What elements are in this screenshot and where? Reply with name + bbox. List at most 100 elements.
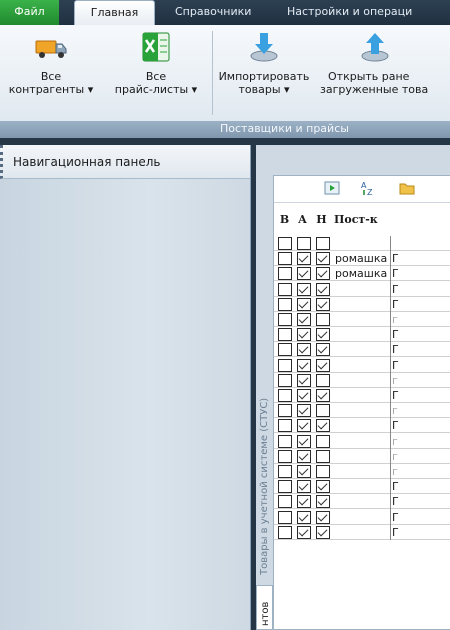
checkbox-a[interactable] — [297, 480, 311, 494]
table-row[interactable]: г — [274, 434, 450, 449]
checkbox-n[interactable] — [316, 404, 330, 418]
table-row[interactable]: г — [274, 464, 450, 479]
table-row[interactable]: Г — [274, 282, 450, 297]
column-header-supplier[interactable]: Пост-к — [334, 203, 394, 237]
checkbox-n[interactable] — [316, 495, 330, 509]
table-row[interactable]: Г — [274, 388, 450, 403]
tab-directories[interactable]: Справочники — [175, 0, 251, 25]
table-row[interactable]: Г — [274, 358, 450, 373]
checkbox-v[interactable] — [278, 282, 292, 296]
table-row[interactable]: ромашка Г — [274, 266, 450, 282]
checkbox-v[interactable] — [278, 404, 292, 418]
checkbox-n[interactable] — [316, 510, 330, 524]
table-row[interactable]: Г — [274, 479, 450, 495]
checkbox-v[interactable] — [278, 297, 292, 311]
table-row[interactable]: Г — [274, 327, 450, 343]
checkbox-n[interactable] — [316, 282, 330, 296]
checkbox-v[interactable] — [278, 465, 292, 478]
name-cell: Г — [392, 252, 399, 266]
checkbox-n[interactable] — [316, 328, 330, 342]
checkbox-a[interactable] — [297, 252, 311, 266]
checkbox-n[interactable] — [316, 252, 330, 266]
checkbox-a[interactable] — [297, 419, 311, 433]
table-row[interactable]: г — [274, 449, 450, 464]
tab-home[interactable]: Главная — [74, 0, 155, 25]
checkbox-a[interactable] — [297, 389, 311, 402]
checkbox-n[interactable] — [316, 389, 330, 402]
checkbox-a[interactable] — [297, 510, 311, 524]
checkbox-a[interactable] — [297, 313, 311, 326]
checkbox-a[interactable] — [297, 495, 311, 509]
checkbox-v[interactable] — [278, 480, 292, 494]
checkbox-n[interactable] — [316, 267, 330, 281]
column-header-v[interactable]: В — [276, 203, 293, 237]
checkbox-v[interactable] — [278, 434, 292, 448]
checkbox-n[interactable] — [316, 449, 330, 463]
table-row[interactable]: ромашка Г — [274, 251, 450, 267]
checkbox-a[interactable] — [297, 434, 311, 448]
checkbox-v[interactable] — [278, 237, 292, 250]
checkbox-n[interactable] — [316, 343, 330, 357]
name-cell: Г — [392, 297, 399, 311]
checkbox-v[interactable] — [278, 419, 292, 433]
checkbox-a[interactable] — [297, 282, 311, 296]
checkbox-a[interactable] — [297, 237, 311, 250]
table-row[interactable]: Г — [274, 494, 450, 510]
navigation-panel-title[interactable]: Навигационная панель — [0, 145, 250, 179]
checkbox-n[interactable] — [316, 297, 330, 311]
checkbox-a[interactable] — [297, 297, 311, 311]
folder-icon[interactable] — [399, 180, 415, 196]
vertical-tab-accounting-goods[interactable]: Товары в учетной системе (СТУС) — [256, 145, 273, 630]
checkbox-a[interactable] — [297, 343, 311, 357]
checkbox-a[interactable] — [297, 267, 311, 281]
all-pricelists-button[interactable]: Все прайс-листы ▾ — [102, 30, 210, 118]
checkbox-v[interactable] — [278, 313, 292, 326]
play-icon[interactable] — [324, 180, 340, 196]
checkbox-a[interactable] — [297, 404, 311, 418]
checkbox-v[interactable] — [278, 495, 292, 509]
all-counterparties-button[interactable]: Все контрагенты ▾ — [0, 30, 102, 118]
checkbox-n[interactable] — [316, 465, 330, 478]
checkbox-v[interactable] — [278, 449, 292, 463]
tab-file[interactable]: Файл — [0, 0, 59, 25]
table-row[interactable]: Г — [274, 297, 450, 312]
sort-az-icon[interactable]: A Z — [360, 180, 376, 196]
open-loaded-goods-button[interactable]: Открыть ране загруженные това — [316, 30, 450, 118]
table-row[interactable]: г — [274, 312, 450, 327]
checkbox-v[interactable] — [278, 358, 292, 372]
checkbox-v[interactable] — [278, 510, 292, 524]
vertical-tab-second[interactable]: нтов — [256, 585, 273, 630]
checkbox-n[interactable] — [316, 434, 330, 448]
checkbox-a[interactable] — [297, 465, 311, 478]
table-row[interactable]: Г — [274, 525, 450, 540]
table-row[interactable]: г — [274, 373, 450, 388]
checkbox-v[interactable] — [278, 267, 292, 281]
checkbox-n[interactable] — [316, 237, 330, 250]
checkbox-v[interactable] — [278, 525, 292, 539]
table-row[interactable] — [274, 236, 450, 251]
checkbox-n[interactable] — [316, 358, 330, 372]
checkbox-v[interactable] — [278, 389, 292, 402]
checkbox-n[interactable] — [316, 313, 330, 326]
checkbox-a[interactable] — [297, 525, 311, 539]
import-goods-button[interactable]: Импортировать товары ▾ — [214, 30, 314, 118]
table-row[interactable]: г — [274, 403, 450, 419]
checkbox-a[interactable] — [297, 449, 311, 463]
table-row[interactable]: Г — [274, 510, 450, 525]
column-header-n[interactable]: Н — [312, 203, 331, 237]
tab-settings-operations[interactable]: Настройки и операци — [287, 0, 412, 25]
checkbox-v[interactable] — [278, 343, 292, 357]
table-row[interactable]: Г — [274, 418, 450, 434]
checkbox-n[interactable] — [316, 480, 330, 494]
checkbox-v[interactable] — [278, 373, 292, 387]
checkbox-a[interactable] — [297, 328, 311, 342]
checkbox-n[interactable] — [316, 419, 330, 433]
checkbox-a[interactable] — [297, 358, 311, 372]
table-row[interactable]: Г — [274, 342, 450, 358]
checkbox-n[interactable] — [316, 373, 330, 387]
checkbox-n[interactable] — [316, 525, 330, 539]
checkbox-v[interactable] — [278, 328, 292, 342]
checkbox-a[interactable] — [297, 373, 311, 387]
column-header-a[interactable]: А — [293, 203, 312, 237]
checkbox-v[interactable] — [278, 252, 292, 266]
